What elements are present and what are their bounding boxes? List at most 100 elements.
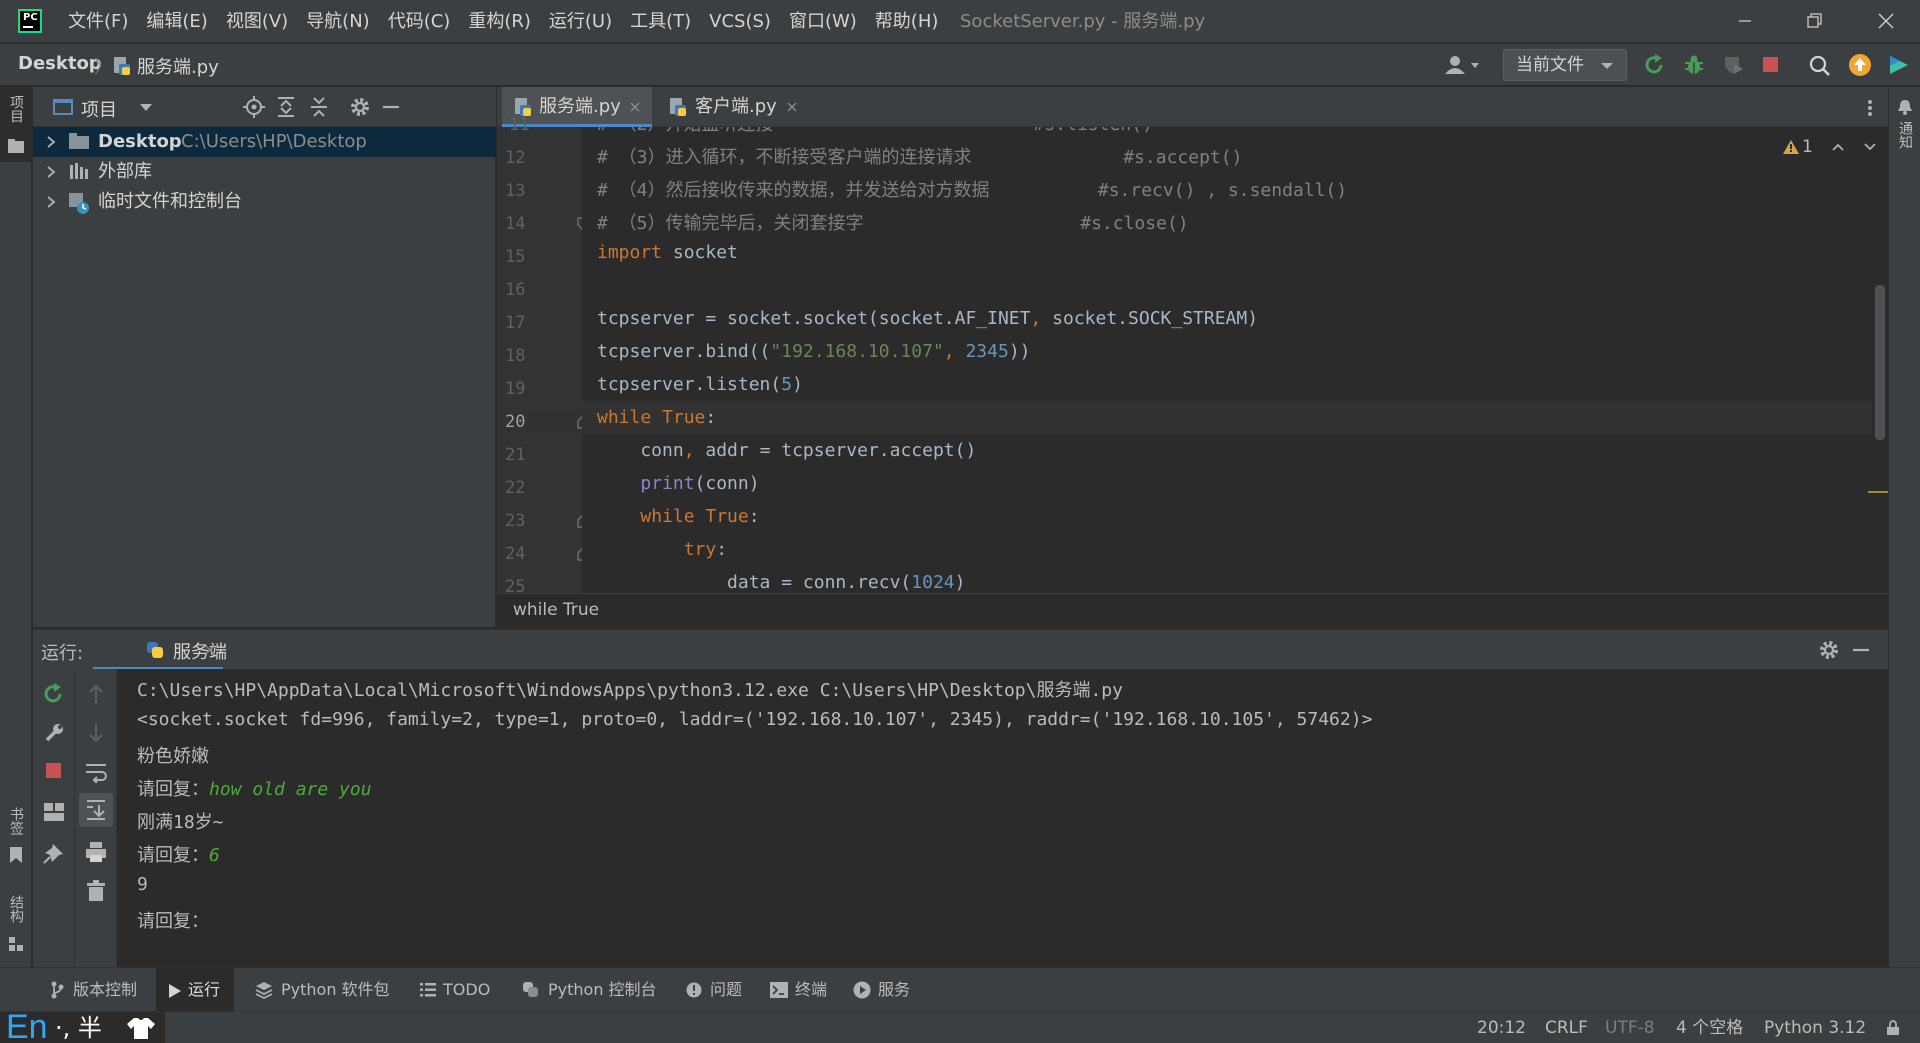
console-prompt: 请回复： xyxy=(137,779,209,800)
hide-panel-icon[interactable] xyxy=(381,96,401,118)
toolwindow-terminal[interactable]: 终端 xyxy=(768,968,838,1012)
code-line-17: tcpserver = socket.socket(socket.AF_INET… xyxy=(597,308,1259,329)
menu-code[interactable]: 代码(C) xyxy=(388,0,460,43)
toolwindow-version-control[interactable]: 版本控制 xyxy=(40,968,150,1012)
line-separator[interactable]: CRLF xyxy=(1545,1012,1588,1043)
skin-shirt-icon[interactable] xyxy=(126,1016,156,1040)
stop-icon[interactable] xyxy=(1761,55,1781,75)
menu-window[interactable]: 窗口(W) xyxy=(789,0,866,43)
locate-file-icon[interactable] xyxy=(243,96,265,118)
search-icon[interactable] xyxy=(1808,54,1832,78)
gear-icon[interactable] xyxy=(349,96,371,118)
menu-edit[interactable]: 编辑(E) xyxy=(146,0,216,43)
toolwindow-label: 终端 xyxy=(795,980,828,999)
chevron-right-icon[interactable] xyxy=(46,166,56,178)
run-tab-server[interactable]: 服务端 xyxy=(93,630,227,670)
menu-refactor[interactable]: 重构(R) xyxy=(468,0,540,43)
previous-highlight-icon[interactable] xyxy=(1831,142,1845,152)
stripe-structure-button[interactable]: 结构 xyxy=(0,895,32,970)
more-options-icon[interactable] xyxy=(1867,99,1873,117)
toolwindow-label: Python 软件包 xyxy=(281,980,390,999)
chevron-right-icon[interactable] xyxy=(46,196,56,208)
console-line: 粉色娇嫩 xyxy=(137,746,209,767)
project-panel-header: 项目 xyxy=(33,87,496,127)
trash-icon[interactable] xyxy=(86,880,106,902)
project-view-title[interactable]: 项目 xyxy=(81,96,117,122)
rerun-icon[interactable] xyxy=(1643,53,1667,77)
soft-wrap-icon[interactable] xyxy=(84,761,108,783)
close-window-button[interactable] xyxy=(1856,0,1914,43)
close-icon[interactable] xyxy=(630,102,640,112)
restore-button[interactable] xyxy=(1785,0,1843,43)
coverage-icon[interactable] xyxy=(1721,53,1745,77)
debug-icon[interactable] xyxy=(1682,53,1706,77)
minimize-button[interactable] xyxy=(1716,0,1774,43)
close-icon[interactable] xyxy=(787,102,797,112)
hide-panel-icon[interactable] xyxy=(1851,639,1871,661)
scroll-down-icon[interactable] xyxy=(86,722,106,744)
inspection-widget[interactable]: 1 xyxy=(1782,137,1877,157)
toolwindow-todo[interactable]: TODO xyxy=(415,968,495,1012)
toolwindow-python-packages[interactable]: Python 软件包 xyxy=(250,968,400,1012)
breadcrumb-desktop[interactable]: Desktop xyxy=(18,53,102,74)
wrench-icon[interactable] xyxy=(43,722,65,744)
pin-icon[interactable] xyxy=(43,842,65,864)
line-number-current: 20 xyxy=(505,412,582,432)
collapse-all-icon[interactable] xyxy=(309,96,329,118)
caret-position[interactable]: 20:12 xyxy=(1477,1012,1526,1043)
menu-file[interactable]: 文件(F) xyxy=(68,0,137,43)
stripe-project-button[interactable]: 项目 xyxy=(0,87,32,162)
python-interpreter[interactable]: Python 3.12 xyxy=(1764,1012,1866,1043)
file-encoding[interactable]: UTF-8 xyxy=(1605,1012,1655,1043)
gear-icon[interactable] xyxy=(1818,639,1840,661)
menu-help[interactable]: 帮助(H) xyxy=(875,0,948,43)
run-configuration-label: 当前文件 xyxy=(1516,55,1584,75)
run-console-output[interactable]: C:\Users\HP\AppData\Local\Microsoft\Wind… xyxy=(117,669,1888,967)
editor-breadcrumb[interactable]: while True xyxy=(513,600,599,620)
tree-item-scratches[interactable]: 临时文件和控制台 xyxy=(33,187,496,217)
menu-vcs[interactable]: VCS(S) xyxy=(709,0,780,43)
stripe-bookmarks-button[interactable]: 书签 xyxy=(0,807,32,882)
menu-navigate[interactable]: 导航(N) xyxy=(306,0,379,43)
stripe-notifications-button[interactable]: 通知 xyxy=(1889,87,1920,167)
indent-setting[interactable]: 4 个空格 xyxy=(1676,1012,1743,1043)
tree-item-desktop[interactable]: Desktop C:\Users\HP\Desktop xyxy=(33,127,496,157)
ime-indicator[interactable]: En ·, 半 xyxy=(0,1008,165,1043)
editor-scrollbar[interactable] xyxy=(1875,285,1885,440)
toolwindow-run[interactable]: 运行 xyxy=(156,968,234,1012)
toolwindow-services[interactable]: 服务 xyxy=(851,968,921,1012)
jetbrains-ai-icon[interactable] xyxy=(1886,53,1910,77)
expand-all-icon[interactable] xyxy=(276,96,296,118)
console-line-prompt: 请回复：how old are you xyxy=(137,775,372,801)
rerun-icon[interactable] xyxy=(43,683,65,705)
menu-tools[interactable]: 工具(T) xyxy=(630,0,700,43)
toolwindow-problems[interactable]: 问题 xyxy=(683,968,753,1012)
print-icon[interactable] xyxy=(85,841,107,863)
current-line-highlight xyxy=(582,401,1872,434)
user-account-icon[interactable] xyxy=(1443,54,1483,76)
layers-icon xyxy=(255,982,273,999)
python-icon xyxy=(147,642,163,658)
breadcrumb-file[interactable]: 服务端.py xyxy=(137,53,219,79)
chevron-right-icon[interactable] xyxy=(46,136,56,148)
code-editor[interactable]: # （2）开始监听连接 #s.listen() # （3）进入循环，不断接受客户… xyxy=(582,127,1888,593)
menu-run[interactable]: 运行(U) xyxy=(549,0,621,43)
tree-item-external-libraries[interactable]: 外部库 xyxy=(33,157,496,187)
warning-stripe-marker[interactable] xyxy=(1868,491,1888,493)
toolwindow-python-console[interactable]: Python 控制台 xyxy=(519,968,669,1012)
scroll-to-end-toggle[interactable] xyxy=(79,793,113,827)
update-icon[interactable] xyxy=(1848,53,1872,77)
stop-icon[interactable] xyxy=(44,761,64,781)
stripe-notifications-label: 通知 xyxy=(1897,121,1913,149)
menu-view[interactable]: 视图(V) xyxy=(226,0,297,43)
scroll-up-icon[interactable] xyxy=(86,683,106,705)
layout-icon[interactable] xyxy=(43,802,65,822)
close-icon[interactable] xyxy=(205,645,215,655)
run-configuration-select[interactable]: 当前文件 xyxy=(1503,49,1627,81)
next-highlight-icon[interactable] xyxy=(1863,142,1877,152)
stripe-structure-label: 结构 xyxy=(8,895,24,923)
toolwindow-label: 服务 xyxy=(878,980,911,999)
lock-icon[interactable] xyxy=(1886,1020,1900,1036)
code-line-20: while True: xyxy=(597,407,717,428)
chevron-down-icon[interactable] xyxy=(139,103,153,113)
